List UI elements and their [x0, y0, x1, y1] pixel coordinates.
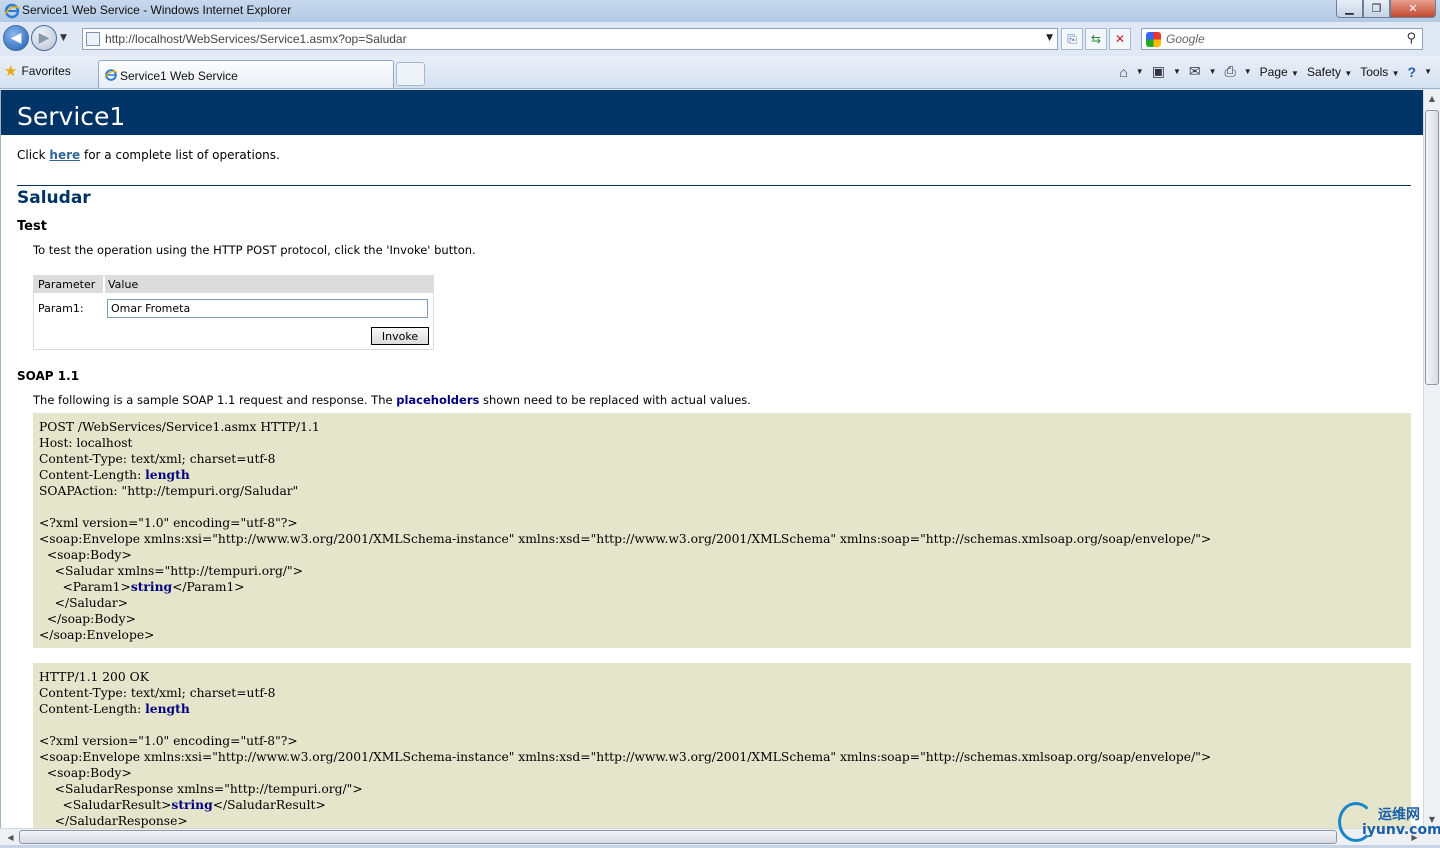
browser-window: Service1 Web Service - Windows Internet …: [0, 0, 1440, 848]
search-box[interactable]: Google ⚲: [1141, 28, 1423, 50]
length-placeholder: length: [145, 467, 190, 482]
command-bar: ⌂ ▼ ▣ ▼ ✉ ▼ ⎙ ▼ Page ▼ Safety ▼ Tools ▼ ? ▼: [1119, 63, 1432, 80]
minimize-button[interactable]: ▁: [1336, 0, 1363, 18]
home-dropdown[interactable]: ▼: [1136, 67, 1144, 76]
operation-title: Saludar: [17, 188, 91, 208]
google-icon: [1146, 32, 1161, 47]
page-icon: [86, 32, 100, 46]
refresh-icon: ⇆: [1090, 32, 1102, 46]
page-menu[interactable]: Page ▼: [1260, 65, 1299, 79]
page-title: Service1: [17, 102, 126, 131]
address-tools: ⎘ ⇆ ✕: [1061, 28, 1131, 50]
compatibility-icon: ⎘: [1067, 31, 1077, 46]
soap-description: The following is a sample SOAP 1.1 reque…: [33, 393, 751, 407]
star-icon: ★: [4, 63, 18, 80]
test-description: To test the operation using the HTTP POS…: [33, 243, 476, 257]
horizontal-scroll-thumb[interactable]: [19, 830, 1337, 844]
maximize-button[interactable]: ❐: [1363, 0, 1390, 18]
vertical-scroll-thumb[interactable]: [1425, 110, 1439, 385]
chevron-down-icon[interactable]: ▼: [1046, 33, 1053, 43]
page-content: Service1 Click here for a complete list …: [0, 90, 1423, 828]
help-icon[interactable]: ?: [1408, 64, 1417, 80]
title-bar: Service1 Web Service - Windows Internet …: [0, 0, 1440, 22]
favorites-label: Favorites: [21, 64, 71, 78]
stop-icon: ✕: [1114, 32, 1126, 46]
address-url[interactable]: http://localhost/WebServices/Service1.as…: [105, 32, 407, 46]
string-placeholder: string: [171, 797, 213, 812]
search-icon[interactable]: ⚲: [1406, 31, 1416, 46]
tools-menu[interactable]: Tools ▼: [1360, 65, 1399, 79]
tab-service1[interactable]: Service1 Web Service: [98, 60, 394, 88]
address-row: ◀ ▶ ▼ http://localhost/WebServices/Servi…: [0, 22, 1440, 56]
tab-row: ★ Favorites Service1 Web Service ⌂ ▼ ▣ ▼ ✉…: [0, 56, 1440, 89]
operations-list-link[interactable]: here: [49, 148, 80, 162]
favorites-button[interactable]: ★ Favorites: [4, 62, 71, 80]
test-form: Parameter Value Param1: Invoke: [33, 275, 434, 350]
ie-page-icon: [104, 69, 118, 81]
watermark-logo: 运维网 iyunv.com: [1338, 802, 1440, 844]
ie-logo-icon: [4, 3, 20, 19]
string-placeholder: string: [130, 579, 173, 594]
scroll-up-button[interactable]: ▲: [1424, 90, 1440, 107]
length-placeholder: length: [145, 701, 190, 716]
param1-label: Param1:: [38, 302, 84, 315]
soap-response-sample: HTTP/1.1 200 OK Content-Type: text/xml; …: [33, 663, 1411, 828]
close-button[interactable]: ✕: [1390, 0, 1436, 18]
stop-button[interactable]: ✕: [1109, 28, 1131, 50]
mail-dropdown[interactable]: ▼: [1209, 67, 1217, 76]
tab-label: Service1 Web Service: [120, 69, 238, 83]
watermark-line1: 运维网: [1378, 807, 1420, 823]
forward-button[interactable]: ▶: [31, 25, 57, 51]
value-column-header: Value: [108, 278, 139, 291]
refresh-button[interactable]: ⇆: [1085, 28, 1107, 50]
form-header: Parameter Value: [34, 276, 433, 293]
help-dropdown[interactable]: ▼: [1424, 67, 1432, 76]
print-icon[interactable]: ⎙: [1225, 63, 1236, 80]
intro-text: Click here for a complete list of operat…: [17, 148, 280, 162]
recent-pages-dropdown[interactable]: ▼: [60, 33, 67, 43]
parameter-column-header: Parameter: [38, 278, 96, 291]
search-placeholder[interactable]: Google: [1166, 32, 1205, 46]
test-heading: Test: [17, 219, 47, 234]
soap-heading: SOAP 1.1: [17, 369, 80, 383]
soap-request-sample: POST /WebServices/Service1.asmx HTTP/1.1…: [33, 413, 1411, 648]
compatibility-view-button[interactable]: ⎘: [1061, 28, 1083, 50]
page-heading-bar: Service1: [1, 90, 1423, 135]
placeholders-term: placeholders: [396, 393, 480, 407]
mail-icon[interactable]: ✉: [1189, 63, 1201, 80]
scroll-left-button[interactable]: ◀: [2, 829, 19, 845]
feeds-dropdown[interactable]: ▼: [1173, 67, 1181, 76]
vertical-scrollbar[interactable]: ▲ ▼: [1423, 90, 1440, 828]
invoke-button[interactable]: Invoke: [371, 327, 429, 345]
window-controls: ▁ ❐ ✕: [1336, 0, 1436, 18]
address-bar[interactable]: http://localhost/WebServices/Service1.as…: [82, 28, 1058, 50]
watermark-line2: iyunv.com: [1362, 822, 1440, 838]
print-dropdown[interactable]: ▼: [1244, 67, 1252, 76]
column-separator: [103, 276, 105, 293]
feeds-icon[interactable]: ▣: [1152, 63, 1165, 80]
param1-input[interactable]: [107, 299, 428, 318]
safety-menu[interactable]: Safety ▼: [1307, 65, 1352, 79]
horizontal-scrollbar[interactable]: ◀ ▶: [0, 828, 1423, 845]
arrow-left-icon: ◀: [10, 30, 22, 46]
divider: [17, 185, 1411, 186]
window-title: Service1 Web Service - Windows Internet …: [22, 3, 292, 17]
arrow-right-icon: ▶: [38, 30, 50, 46]
home-icon[interactable]: ⌂: [1119, 64, 1127, 80]
new-tab-button[interactable]: [396, 62, 425, 86]
back-button[interactable]: ◀: [3, 25, 29, 51]
